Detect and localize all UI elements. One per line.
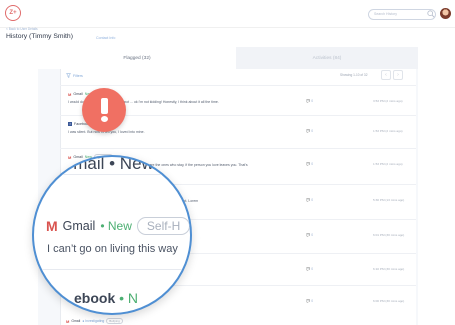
chevron-right-icon: › xyxy=(397,72,399,78)
row-time: 6:01 PM (30 mins ago) xyxy=(373,233,405,237)
magnified-top-text: Gmail • New xyxy=(60,155,154,173)
status-badge: • New xyxy=(100,219,132,233)
filter-icon xyxy=(66,73,71,78)
comment-count: 0 xyxy=(311,267,314,271)
prev-page-button[interactable]: ‹ xyxy=(381,70,391,80)
chevron-left-icon: ‹ xyxy=(385,72,387,78)
tag-pill: Bullying xyxy=(106,318,123,324)
row-time: 3:53 PM (2 mins ago) xyxy=(373,99,403,103)
gmail-icon: M xyxy=(46,218,58,234)
magnified-message: I can’t go on living this way xyxy=(47,243,178,255)
tag-pill: Self-H xyxy=(136,217,190,235)
comment-button[interactable]: 💬 0 xyxy=(306,299,313,303)
comment-icon: 💬 xyxy=(306,162,311,166)
comment-icon: 💬 xyxy=(306,99,311,103)
table-row-partial[interactable]: M Gmail ● Investigating Bullying xyxy=(66,318,123,324)
comment-icon: 💬 xyxy=(306,299,311,303)
row-source: Gmail xyxy=(71,319,81,323)
magnified-bottom-text: ebook • N xyxy=(74,290,139,306)
divider xyxy=(34,269,190,270)
comment-icon: 💬 xyxy=(306,129,311,133)
back-link[interactable]: < Back to User Details xyxy=(6,27,38,31)
row-message: we are the ones who stay, if the person … xyxy=(144,163,248,167)
contact-info-link[interactable]: Contact Info xyxy=(96,36,115,40)
status-badge: ● Investigating xyxy=(82,319,105,323)
page-title: History (Timmy Smith) xyxy=(6,33,73,40)
filters-label: Filters xyxy=(73,73,83,78)
row-time: 1:53 PM (2 mins ago) xyxy=(373,162,403,166)
gmail-icon: M xyxy=(66,318,70,324)
tab-flagged[interactable]: Flagged (32) xyxy=(38,47,236,69)
search-input[interactable]: Search History xyxy=(368,9,436,20)
magnified-source-name: Gmail xyxy=(62,219,96,233)
comment-button[interactable]: 💬 0 xyxy=(306,198,313,202)
comment-icon: 💬 xyxy=(306,267,311,271)
app-logo[interactable]: Z+ xyxy=(5,5,21,21)
row-time: 6:10 PM (30 mins ago) xyxy=(373,267,405,271)
row-time: 5:30 PM (13 mins ago) xyxy=(373,198,405,202)
row-time: 6:00 PM (30 mins ago) xyxy=(373,299,405,303)
comment-count: 0 xyxy=(311,162,314,166)
pagination-status: Showing 1-10 of 32 xyxy=(340,73,368,77)
user-avatar[interactable] xyxy=(440,8,451,19)
comment-count: 0 xyxy=(311,233,314,237)
comment-icon: 💬 xyxy=(306,233,311,237)
comment-icon: 💬 xyxy=(306,198,311,202)
comment-button[interactable]: 💬 0 xyxy=(306,233,313,237)
comment-button[interactable]: 💬 0 xyxy=(306,129,313,133)
comment-count: 0 xyxy=(311,129,314,133)
divider xyxy=(34,174,190,175)
facebook-icon: f xyxy=(68,122,72,126)
next-page-button[interactable]: › xyxy=(393,70,403,80)
row-source: Gmail xyxy=(73,92,83,96)
comment-count: 0 xyxy=(311,99,314,103)
gmail-icon: M xyxy=(68,91,72,97)
comment-button[interactable]: 💬 0 xyxy=(306,99,313,103)
filters-button[interactable]: Filters xyxy=(66,73,83,78)
top-bar: Z+ Search History xyxy=(0,0,455,28)
exclamation-icon xyxy=(100,98,108,122)
comment-button[interactable]: 💬 0 xyxy=(306,162,313,166)
comment-count: 0 xyxy=(311,299,314,303)
magnified-source: M Gmail • New Self-H xyxy=(46,217,190,235)
comment-button[interactable]: 💬 0 xyxy=(306,267,313,271)
magnifier-lens: Gmail • New M Gmail • New Self-H I can’t… xyxy=(32,155,192,315)
alert-badge xyxy=(82,88,126,132)
row-time: 1:53 PM (2 mins ago) xyxy=(373,129,403,133)
search-icon[interactable] xyxy=(427,10,435,18)
tab-activities[interactable]: Activities (84) xyxy=(236,47,418,69)
comment-count: 0 xyxy=(311,198,314,202)
